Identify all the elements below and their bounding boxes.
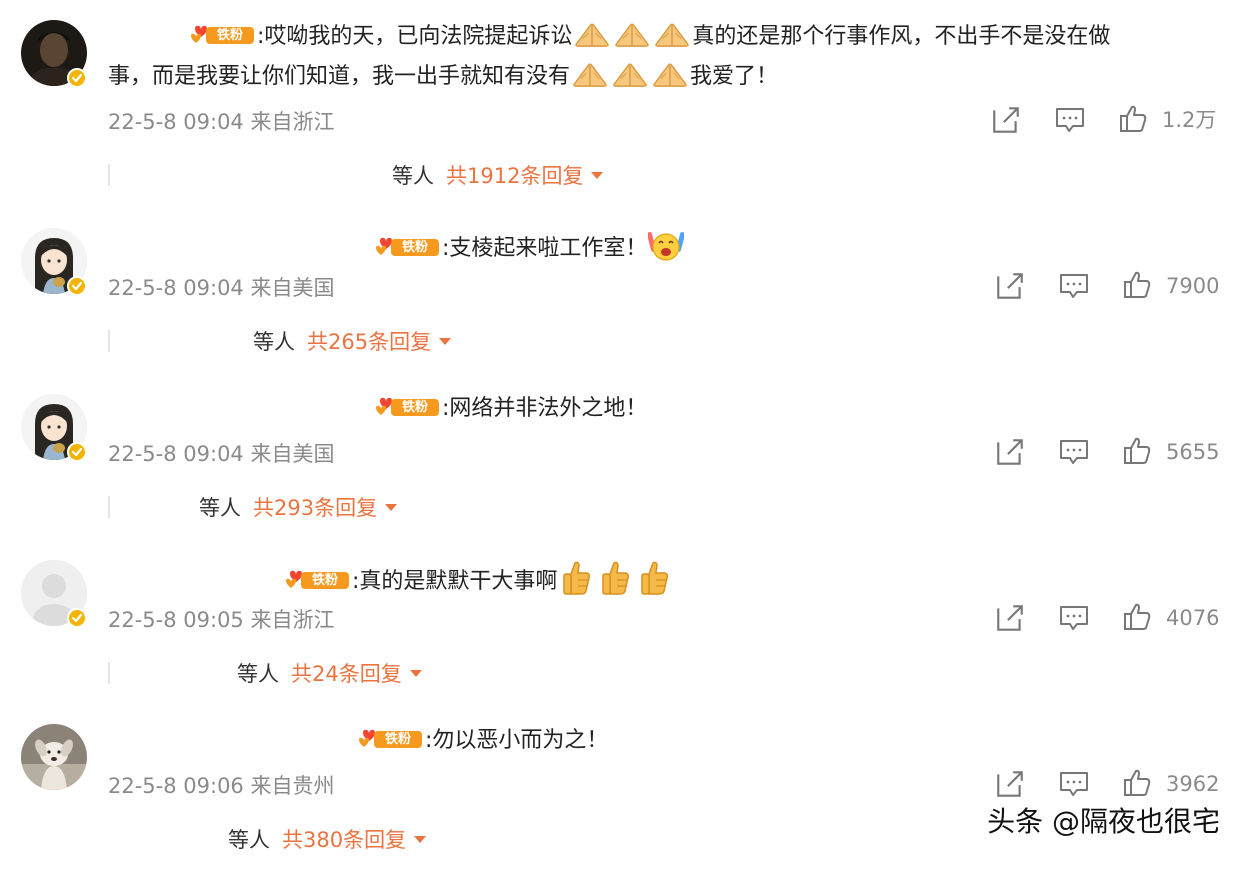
comment-text-line1: 铁粉 :勿以恶小而为之！ (358, 726, 608, 756)
like-icon (1118, 104, 1148, 134)
comment-text-line2: 事，而是我要让你们知道，我一出手就知有没有 我爱了！ (108, 60, 778, 92)
like-count: 3962 (1166, 772, 1220, 796)
chevron-down-icon (414, 836, 426, 844)
comment-text-line1: 铁粉 :网络并非法外之地！ (375, 394, 647, 424)
pray-hands-icon (653, 20, 691, 48)
like-button[interactable] (1122, 270, 1152, 304)
comment-meta: 22-5-8 09:04 来自美国 (108, 276, 335, 300)
like-icon (1122, 768, 1152, 798)
fan-badge: 铁粉 (375, 235, 441, 259)
pray-hands-icon (611, 60, 649, 88)
reply-count-link[interactable]: 共24条回复 (291, 662, 402, 686)
share-button[interactable] (990, 104, 1022, 140)
share-icon (994, 602, 1026, 634)
comment-item: 铁粉 :支棱起来啦工作室！ 22-5-8 09:04 来自美国 7900 等人共… (0, 208, 1246, 374)
verified-badge-icon (67, 276, 87, 296)
chevron-down-icon (439, 338, 451, 346)
thumbs-up-icon (639, 560, 669, 596)
watermark: 头条 @隔夜也很宅 (987, 805, 1220, 838)
reply-count-link[interactable]: 共1912条回复 (446, 164, 583, 188)
comment-item: 铁粉 :真的是默默干大事啊 22-5-8 09:05 来自浙江 4076 等人共… (0, 540, 1246, 706)
comment-meta: 22-5-8 09:05 来自浙江 (108, 608, 335, 632)
comment-meta: 22-5-8 09:04 来自美国 (108, 442, 335, 466)
comment-icon (1058, 270, 1090, 302)
comment-item: 铁粉 :网络并非法外之地！ 22-5-8 09:04 来自美国 5655 等人共… (0, 374, 1246, 540)
comment-meta: 22-5-8 09:06 来自贵州 (108, 774, 335, 798)
verified-badge-icon (67, 442, 87, 462)
share-icon (994, 436, 1026, 468)
reply-summary[interactable]: 等人 共293条回复 (199, 492, 397, 522)
like-icon (1122, 270, 1152, 300)
reply-count-link[interactable]: 共265条回复 (307, 330, 431, 354)
share-icon (994, 768, 1026, 800)
like-icon (1122, 436, 1152, 466)
thread-line (108, 164, 110, 186)
comment-button[interactable] (1058, 270, 1090, 306)
like-count: 1.2万 (1162, 108, 1217, 132)
reply-summary[interactable]: 等人 共265条回复 (253, 326, 451, 356)
share-button[interactable] (994, 270, 1026, 306)
chevron-down-icon (385, 504, 397, 512)
comment-item: 铁粉 :哎呦我的天，已向法院提起诉讼 真的还是那个行事作风，不出手不是没在做 事，… (0, 0, 1246, 188)
comment-icon (1058, 602, 1090, 634)
reply-summary[interactable]: 等人 共24条回复 (237, 658, 422, 688)
comment-icon (1058, 768, 1090, 800)
like-button[interactable] (1122, 602, 1152, 636)
thread-line (108, 330, 110, 352)
reply-count-link[interactable]: 共380条回复 (282, 828, 406, 852)
fan-badge: 铁粉 (358, 727, 424, 751)
like-button[interactable] (1122, 436, 1152, 470)
verified-badge-icon (67, 68, 87, 88)
comment-item: 铁粉 :勿以恶小而为之！ 22-5-8 09:06 来自贵州 3962 等人 共3… (0, 706, 1246, 872)
fan-badge: 铁粉 (375, 395, 441, 419)
comment-text-line1: 铁粉 :真的是默默干大事啊 (285, 560, 670, 597)
reply-count-link[interactable]: 共293条回复 (253, 496, 377, 520)
share-button[interactable] (994, 768, 1026, 804)
cheer-face-icon (648, 228, 684, 264)
comment-button[interactable] (1054, 104, 1086, 140)
share-button[interactable] (994, 436, 1026, 472)
comment-icon (1058, 436, 1090, 468)
share-icon (990, 104, 1022, 136)
thumbs-up-icon (561, 560, 591, 596)
thumbs-up-icon (600, 560, 630, 596)
comment-button[interactable] (1058, 436, 1090, 472)
share-button[interactable] (994, 602, 1026, 638)
comment-icon (1054, 104, 1086, 136)
like-button[interactable] (1118, 104, 1148, 138)
pray-hands-icon (613, 20, 651, 48)
pray-hands-icon (573, 20, 611, 48)
chevron-down-icon (410, 670, 422, 678)
like-count: 7900 (1166, 274, 1220, 298)
avatar[interactable] (21, 724, 87, 790)
thread-line (108, 662, 110, 684)
like-count: 5655 (1166, 440, 1220, 464)
like-icon (1122, 602, 1152, 632)
comment-meta: 22-5-8 09:04 来自浙江 (108, 110, 335, 134)
fan-badge: 铁粉 (285, 568, 351, 592)
comment-button[interactable] (1058, 768, 1090, 804)
chevron-down-icon (591, 172, 603, 180)
like-button[interactable] (1122, 768, 1152, 802)
fan-badge: 铁粉 (190, 23, 256, 47)
comment-text-line1: 铁粉 :支棱起来啦工作室！ (375, 228, 685, 264)
share-icon (994, 270, 1026, 302)
like-count: 4076 (1166, 606, 1220, 630)
pray-hands-icon (571, 60, 609, 88)
pray-hands-icon (651, 60, 689, 88)
comment-text-line1: 铁粉 :哎呦我的天，已向法院提起诉讼 真的还是那个行事作风，不出手不是没在做 (190, 20, 1110, 52)
thread-line (108, 496, 110, 518)
reply-summary[interactable]: 等人 共1912条回复 (392, 160, 603, 190)
reply-summary[interactable]: 等人 共380条回复 (228, 824, 426, 854)
comment-button[interactable] (1058, 602, 1090, 638)
verified-badge-icon (67, 608, 87, 628)
